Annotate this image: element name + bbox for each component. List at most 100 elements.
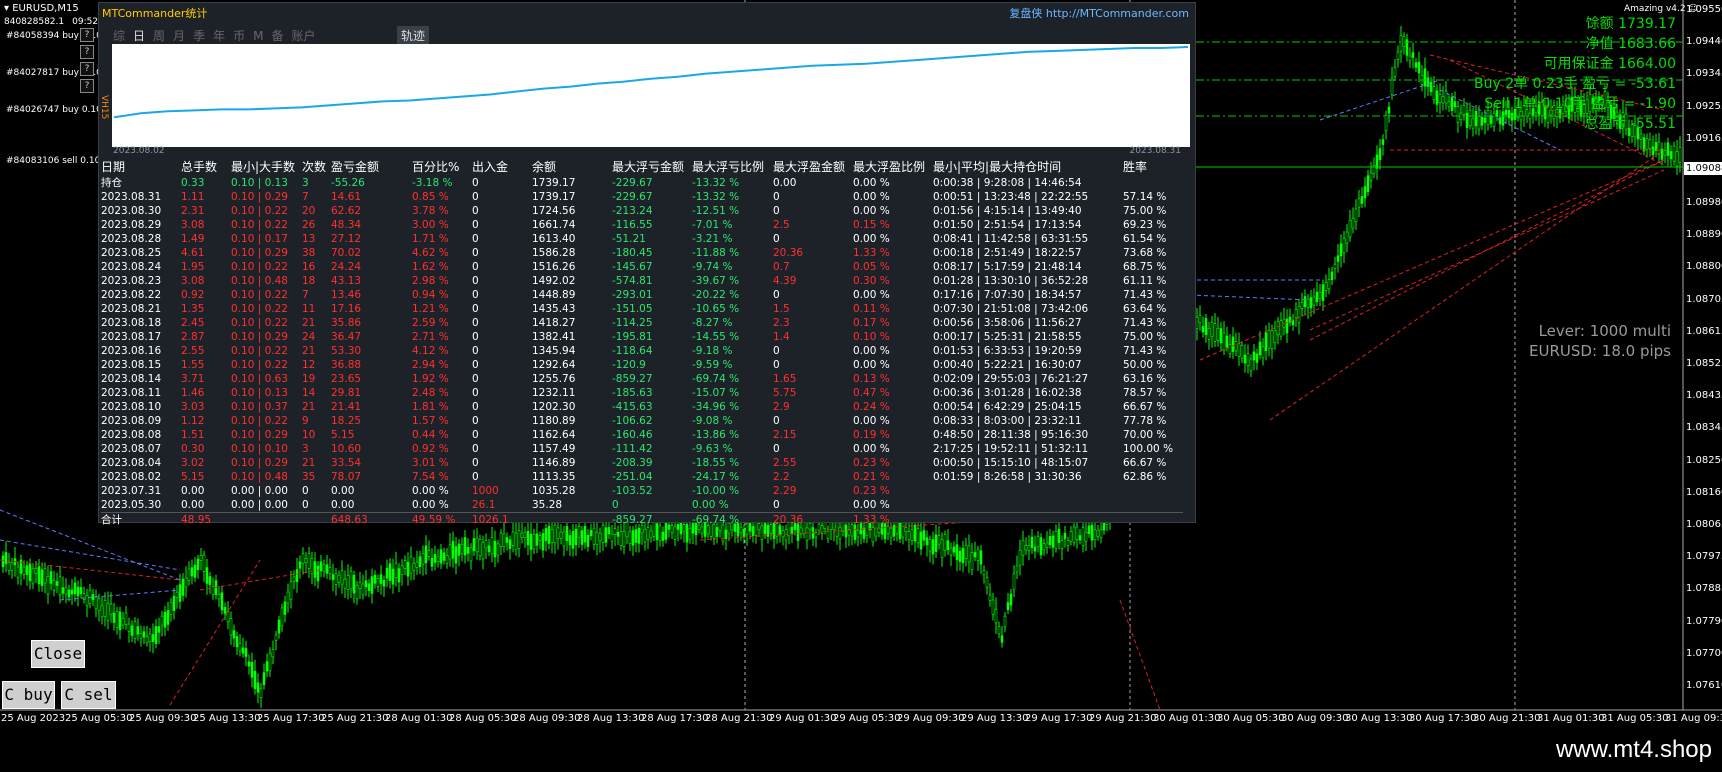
panel-link[interactable]: 复盘侠 http://MTCommander.com: [1009, 5, 1189, 21]
table-cell: 2.15: [773, 429, 797, 441]
column-header: 余额: [532, 160, 557, 174]
price-chart[interactable]: ▾ EURUSD,M15 840828582.1 09:52:48 #840583…: [0, 0, 1722, 772]
candle-body: [589, 529, 593, 537]
tab-trace[interactable]: 轨迹: [397, 26, 430, 45]
candle-body: [376, 578, 380, 587]
table-cell: 0:00:40 | 5:22:21 | 16:30:07: [933, 359, 1082, 371]
time-tick: 31 Aug 09:30: [1665, 713, 1722, 724]
candle-body: [1384, 115, 1388, 132]
candle-body: [298, 561, 302, 569]
tab-period[interactable]: 币: [233, 27, 245, 44]
table-cell: -9.74 %: [692, 261, 733, 273]
candle-body: [1297, 305, 1301, 323]
table-cell: -14.55 %: [692, 331, 740, 343]
table-cell: 2023.08.02: [101, 471, 162, 483]
lever-text: Lever: 1000 multi: [1538, 322, 1671, 340]
side-toggle-button[interactable]: ?: [80, 62, 94, 76]
margin-text: 可用保证金 1664.00: [1543, 56, 1676, 72]
tab-period[interactable]: 日: [133, 27, 145, 44]
table-cell: 0:00:50 | 15:15:10 | 48:15:07: [933, 457, 1089, 469]
side-toggle-button[interactable]: ?: [80, 45, 94, 59]
table-cell: 7: [302, 289, 309, 301]
candle-body: [937, 535, 941, 545]
tab-period[interactable]: M: [253, 29, 263, 43]
table-cell: -118.64: [612, 345, 653, 357]
table-cell: 0.10 | 0.22: [231, 317, 288, 329]
candle-body: [994, 608, 998, 624]
candle-body: [1669, 151, 1673, 160]
table-cell: 0.10 | 0.22: [231, 303, 288, 315]
table-cell: 0.00 %: [853, 359, 890, 371]
table-cell: 2.59 %: [412, 317, 449, 329]
side-toggle-button[interactable]: ?: [80, 28, 94, 42]
candle-body: [613, 528, 617, 535]
candle-body: [574, 528, 578, 546]
candle-body: [1441, 96, 1445, 104]
table-cell: 0: [773, 191, 780, 203]
price-tick: 1.07975: [1686, 551, 1722, 563]
candle-body: [616, 532, 620, 537]
table-cell: 2:17:25 | 19:52:11 | 51:32:11: [933, 443, 1089, 455]
table-cell: 0:00:56 | 3:58:06 | 11:56:27: [933, 317, 1082, 329]
column-header: 出入金: [472, 160, 509, 174]
table-cell: 21: [302, 401, 316, 413]
equity-curve-chart: [112, 44, 1190, 147]
table-cell: 1724.56: [532, 205, 576, 217]
candle-body: [4, 552, 8, 564]
candle-body: [43, 568, 47, 584]
table-cell: 1232.11: [532, 387, 576, 399]
table-cell: 71.43 %: [1123, 345, 1167, 357]
close-buy-button[interactable]: C buy: [2, 681, 55, 709]
table-cell: 0: [472, 387, 479, 399]
table-cell: 1586.28: [532, 247, 576, 259]
candle-body: [1045, 542, 1049, 548]
candle-body: [949, 547, 953, 556]
candle-body: [1309, 297, 1313, 309]
candle-body: [1213, 323, 1217, 342]
table-cell: -18.55 %: [692, 457, 740, 469]
tab-period[interactable]: 周: [153, 27, 165, 44]
tab-period[interactable]: 综: [113, 27, 125, 44]
candle-body: [61, 587, 65, 594]
table-cell: 0:07:30 | 21:51:08 | 73:42:06: [933, 303, 1089, 315]
side-toggle-button[interactable]: ?: [80, 79, 94, 93]
close-button[interactable]: Close: [31, 640, 85, 668]
candle-body: [1195, 316, 1199, 329]
table-cell: 0.00 %: [412, 485, 449, 497]
candle-body: [1243, 354, 1247, 364]
candle-body: [439, 549, 443, 564]
candle-body: [130, 625, 134, 636]
candle-body: [634, 529, 638, 543]
table-row: 2023.08.16 2.55 0.10 | 0.22 21 53.30 4.12 % 0 1…: [101, 344, 1183, 358]
candle-body: [565, 526, 569, 541]
candle-body: [1675, 151, 1679, 167]
tab-period[interactable]: 账户: [291, 27, 315, 44]
table-cell: 20.36: [773, 512, 853, 527]
table-cell: 1.12: [181, 415, 205, 427]
candle-body: [595, 532, 599, 545]
tab-period[interactable]: 季: [193, 27, 205, 44]
table-cell: 11: [302, 303, 316, 315]
candle-body: [493, 540, 497, 558]
daily-stats-table: 日期 总手数 最小|大手数 次数 盈亏金额 百分比% 出入金 余额 最大浮亏金额 最大浮亏比例 最大…: [101, 160, 1183, 527]
table-cell: [1123, 512, 1183, 527]
candle-body: [145, 636, 149, 643]
candle-body: [355, 585, 359, 600]
order-label: #84083106 sell 0.10: [6, 156, 101, 166]
equity-side-value: VH15: [99, 95, 109, 120]
table-cell: 合计: [101, 512, 181, 527]
tab-period[interactable]: 年: [213, 27, 225, 44]
table-cell: 63.64 %: [1123, 303, 1167, 315]
table-cell: 36.88: [331, 359, 362, 371]
candle-body: [805, 527, 809, 541]
candle-body: [958, 550, 962, 562]
table-row: 2023.08.24 1.95 0.10 | 0.22 16 24.24 1.62 % 0 1…: [101, 260, 1183, 274]
candle-body: [685, 524, 689, 543]
candle-body: [511, 531, 515, 546]
table-cell: 0:00:36 | 3:01:28 | 16:02:38: [933, 387, 1082, 399]
tab-period[interactable]: 月: [173, 27, 185, 44]
tab-period[interactable]: 备: [271, 27, 283, 44]
close-sell-button[interactable]: C sel: [61, 681, 116, 709]
table-cell: 0: [472, 359, 479, 371]
candle-body: [1369, 172, 1373, 181]
